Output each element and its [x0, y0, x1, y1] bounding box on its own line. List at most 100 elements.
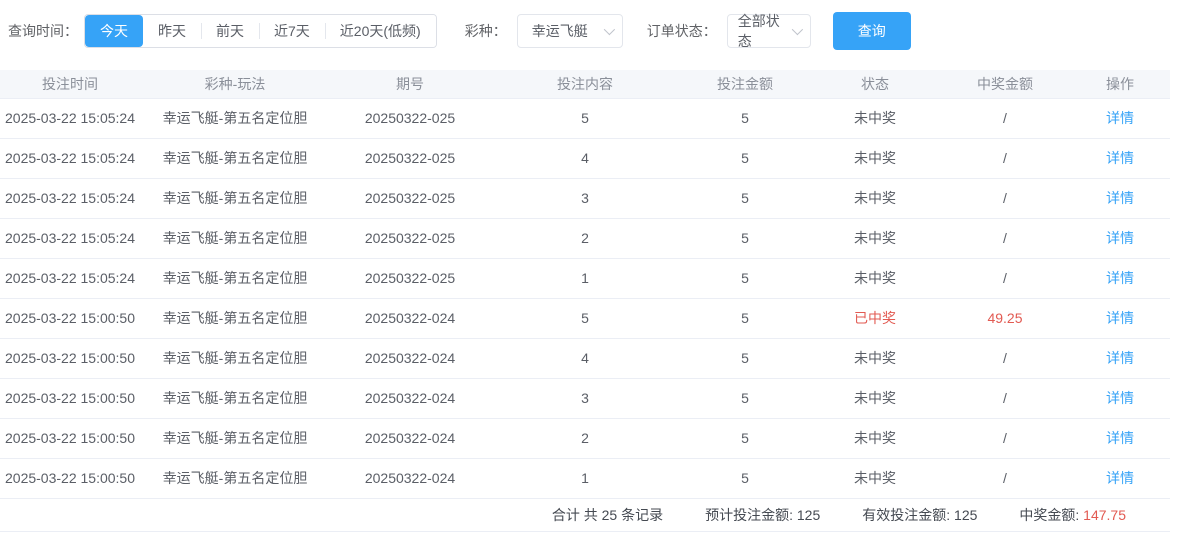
lottery-label: 彩种： — [464, 23, 507, 39]
content-cell: 3 — [490, 178, 680, 219]
bet-time-cell: 2025-03-22 15:00:50 — [0, 298, 140, 339]
action-cell: 详情 — [1070, 418, 1170, 459]
prize-cell: 49.25 — [940, 298, 1070, 339]
bet-time-cell: 2025-03-22 15:05:24 — [0, 218, 140, 259]
query-button[interactable]: 查询 — [832, 12, 911, 50]
time-filter-button[interactable]: 前天 — [201, 15, 259, 47]
status-cell: 未中奖 — [810, 218, 940, 259]
chevron-down-icon — [791, 23, 803, 36]
bet-time-cell: 2025-03-22 15:05:24 — [0, 98, 140, 139]
prize-cell: / — [940, 98, 1070, 139]
total-records: 合计 共 25 条记录 — [551, 506, 664, 523]
content-cell: 1 — [490, 458, 680, 499]
status-cell: 未中奖 — [810, 178, 940, 219]
play-cell: 幸运飞艇-第五名定位胆 — [140, 138, 330, 179]
content-cell: 5 — [490, 298, 680, 339]
detail-link[interactable]: 详情 — [1106, 110, 1134, 126]
detail-link[interactable]: 详情 — [1106, 470, 1134, 486]
order-query-page: 查询时间： 今天 昨天 前天 近7天 近20天(低频) 彩种： 幸运飞艇 订单状态： 全… — [0, 0, 1181, 558]
action-cell: 详情 — [1070, 218, 1170, 259]
amount-cell: 5 — [680, 218, 810, 259]
prize-cell: / — [940, 218, 1070, 259]
detail-link[interactable]: 详情 — [1106, 150, 1134, 166]
action-cell: 详情 — [1070, 98, 1170, 139]
column-header: 期号 — [330, 70, 490, 99]
column-header: 操作 — [1070, 70, 1170, 99]
action-cell: 详情 — [1070, 258, 1170, 299]
status-cell: 已中奖 — [810, 298, 940, 339]
table-row: 2025-03-22 15:05:24 幸运飞艇-第五名定位胆 20250322-0… — [0, 258, 1170, 299]
status-select[interactable]: 全部状态 — [726, 13, 811, 49]
table-row: 2025-03-22 15:05:24 幸运飞艇-第五名定位胆 20250322-0… — [0, 98, 1170, 139]
issue-cell: 20250322-024 — [330, 378, 490, 419]
bet-time-cell: 2025-03-22 15:05:24 — [0, 258, 140, 299]
prize-cell: / — [940, 418, 1070, 459]
table-row: 2025-03-22 15:00:50 幸运飞艇-第五名定位胆 20250322-0… — [0, 298, 1170, 339]
status-cell: 未中奖 — [810, 98, 940, 139]
action-cell: 详情 — [1070, 178, 1170, 219]
status-cell: 未中奖 — [810, 458, 940, 499]
prize-cell: / — [940, 458, 1070, 499]
detail-link[interactable]: 详情 — [1106, 270, 1134, 286]
issue-cell: 20250322-025 — [330, 258, 490, 299]
table-row: 2025-03-22 15:00:50 幸运飞艇-第五名定位胆 20250322-0… — [0, 458, 1170, 499]
play-cell: 幸运飞艇-第五名定位胆 — [140, 218, 330, 259]
amount-cell: 5 — [680, 138, 810, 179]
status-cell: 未中奖 — [810, 378, 940, 419]
time-filter-label: 查询时间： — [8, 23, 78, 39]
detail-link[interactable]: 详情 — [1106, 390, 1134, 406]
time-filter-button[interactable]: 昨天 — [143, 15, 201, 47]
issue-cell: 20250322-025 — [330, 138, 490, 179]
column-header: 中奖金额 — [940, 70, 1070, 99]
column-header: 投注时间 — [0, 70, 140, 99]
detail-link[interactable]: 详情 — [1106, 230, 1134, 246]
column-header: 状态 — [810, 70, 940, 99]
prize-amount: 中奖金额: 147.75 — [1019, 506, 1126, 523]
issue-cell: 20250322-025 — [330, 218, 490, 259]
valid-bet-amount: 有效投注金额: 125 — [862, 506, 978, 523]
play-cell: 幸运飞艇-第五名定位胆 — [140, 338, 330, 379]
column-header: 彩种-玩法 — [140, 70, 330, 99]
status-label: 订单状态： — [646, 23, 717, 39]
bet-time-cell: 2025-03-22 15:00:50 — [0, 418, 140, 459]
prize-cell: / — [940, 338, 1070, 379]
time-filter-button[interactable]: 近7天 — [259, 15, 325, 47]
bet-time-cell: 2025-03-22 15:05:24 — [0, 178, 140, 219]
amount-cell: 5 — [680, 298, 810, 339]
detail-link[interactable]: 详情 — [1106, 350, 1134, 366]
content-cell: 1 — [490, 258, 680, 299]
issue-cell: 20250322-024 — [330, 298, 490, 339]
amount-cell: 5 — [680, 458, 810, 499]
status-select-value: 全部状态 — [737, 13, 780, 49]
lottery-select-value: 幸运飞艇 — [531, 23, 588, 39]
expected-bet-amount: 预计投注金额: 125 — [705, 506, 821, 523]
issue-cell: 20250322-024 — [330, 418, 490, 459]
action-cell: 详情 — [1070, 298, 1170, 339]
issue-cell: 20250322-024 — [330, 338, 490, 379]
bet-time-cell: 2025-03-22 15:05:24 — [0, 138, 140, 179]
issue-cell: 20250322-024 — [330, 458, 490, 499]
detail-link[interactable]: 详情 — [1106, 430, 1134, 446]
detail-link[interactable]: 详情 — [1106, 190, 1134, 206]
table-row: 2025-03-22 15:00:50 幸运飞艇-第五名定位胆 20250322-0… — [0, 378, 1170, 419]
amount-cell: 5 — [680, 338, 810, 379]
summary-bar: 合计 共 25 条记录 预计投注金额: 125 有效投注金额: 125 中奖金额… — [0, 499, 1170, 532]
time-filter-group: 今天 昨天 前天 近7天 近20天(低频) — [84, 14, 437, 48]
amount-cell: 5 — [680, 378, 810, 419]
table-row: 2025-03-22 15:00:50 幸运飞艇-第五名定位胆 20250322-0… — [0, 338, 1170, 379]
play-cell: 幸运飞艇-第五名定位胆 — [140, 178, 330, 219]
play-cell: 幸运飞艇-第五名定位胆 — [140, 378, 330, 419]
table-header-row: 投注时间 彩种-玩法 期号 投注内容 投注金额 状态 中奖金额 操作 — [0, 70, 1170, 99]
amount-cell: 5 — [680, 258, 810, 299]
content-cell: 4 — [490, 338, 680, 379]
column-header: 投注内容 — [490, 70, 680, 99]
prize-cell: / — [940, 378, 1070, 419]
play-cell: 幸运飞艇-第五名定位胆 — [140, 98, 330, 139]
lottery-select[interactable]: 幸运飞艇 — [516, 14, 623, 48]
time-filter-button[interactable]: 近20天(低频) — [324, 15, 436, 47]
detail-link[interactable]: 详情 — [1106, 310, 1134, 326]
play-cell: 幸运飞艇-第五名定位胆 — [140, 298, 330, 339]
prize-cell: / — [940, 178, 1070, 219]
content-cell: 2 — [490, 218, 680, 259]
time-filter-button[interactable]: 今天 — [85, 15, 143, 47]
